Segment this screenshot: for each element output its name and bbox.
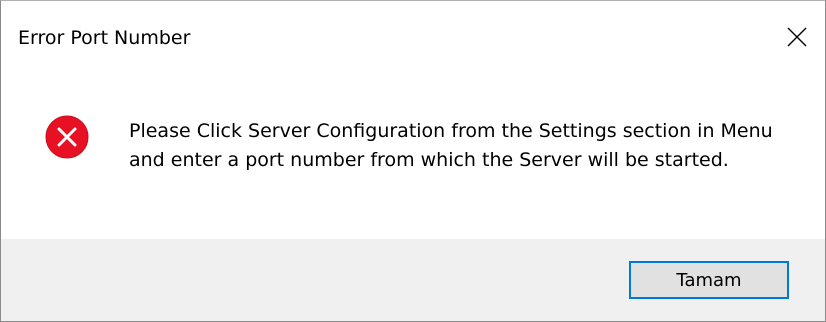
dialog-footer: Tamam [1,239,825,321]
error-icon [45,115,89,159]
dialog-title: Error Port Number [18,27,191,49]
close-icon [787,27,807,47]
error-message: Please Click Server Configuration from t… [129,120,773,171]
title-bar[interactable]: Error Port Number [1,1,825,71]
ok-button-label: Tamam [676,269,742,291]
error-dialog: Error Port Number Please Click Server Co… [0,0,826,322]
dialog-content: Please Click Server Configuration from t… [1,71,825,239]
ok-button[interactable]: Tamam [629,261,789,299]
close-button[interactable] [769,9,825,65]
